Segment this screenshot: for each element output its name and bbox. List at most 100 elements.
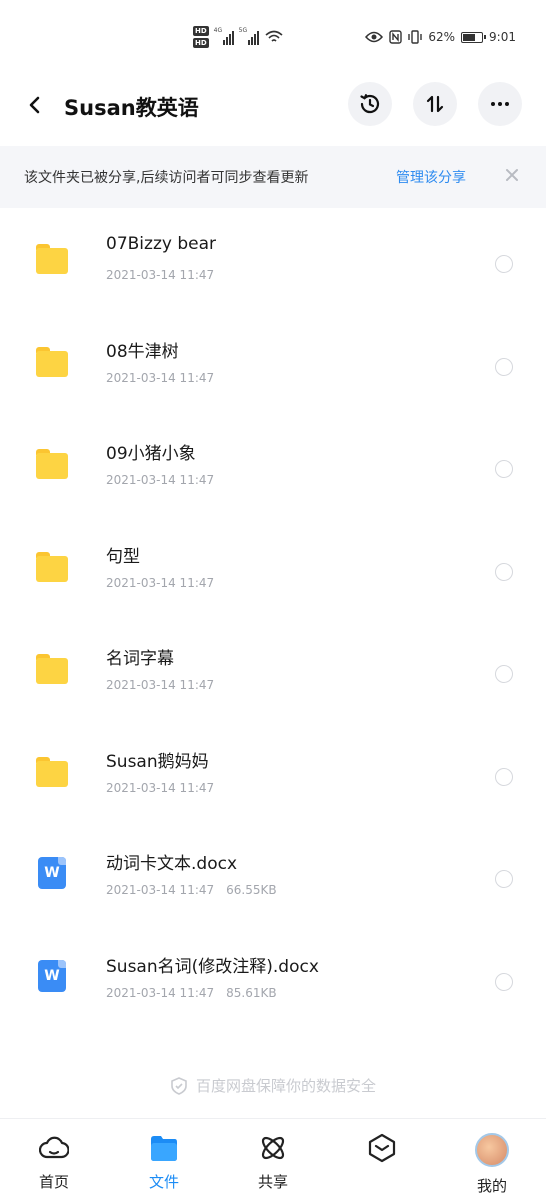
- cloud-home-icon: [39, 1136, 69, 1159]
- folder-icon: [36, 756, 70, 787]
- file-name: 08牛津树: [106, 341, 179, 362]
- list-item[interactable]: W Susan名词(修改注释).docx 2021-03-14 11:47 85.…: [0, 932, 546, 1035]
- select-checkbox[interactable]: [495, 767, 513, 786]
- list-item[interactable]: 09小猪小象 2021-03-14 11:47: [0, 419, 546, 522]
- tab-me[interactable]: 我的: [462, 1133, 522, 1196]
- tab-share-label: 共享: [257, 1173, 288, 1191]
- list-item[interactable]: 07Bizzy bear 2021-03-14 11:47: [0, 214, 546, 317]
- folder-icon: [36, 244, 70, 274]
- wifi-icon: [265, 30, 283, 42]
- status-bar: HD HD 4G 5G 62% 9:01: [0, 0, 546, 70]
- file-meta: 2021-03-14 11:47: [106, 781, 214, 795]
- manage-share-link[interactable]: 管理该分享: [396, 167, 466, 187]
- safety-notice: 百度网盘保障你的数据安全: [0, 1075, 546, 1096]
- signal-icon: 4G: [213, 27, 234, 45]
- file-date: 2021-03-14 11:47: [106, 473, 215, 487]
- folder-icon: [151, 1136, 177, 1161]
- file-date: 2021-03-14 11:47: [106, 780, 215, 795]
- bottom-tab-bar: 首页 文件 共享 我的: [0, 1118, 546, 1200]
- word-document-icon: W: [38, 857, 66, 889]
- list-item[interactable]: 句型 2021-03-14 11:47: [0, 522, 546, 625]
- cube-icon: [368, 1133, 396, 1163]
- list-item[interactable]: Susan鹅妈妈 2021-03-14 11:47: [0, 727, 546, 830]
- select-checkbox[interactable]: [495, 562, 513, 581]
- select-checkbox[interactable]: [495, 255, 513, 273]
- eye-icon: [365, 31, 384, 43]
- atom-share-icon: [261, 1136, 285, 1160]
- file-date: 2021-03-14 11:47: [106, 678, 215, 692]
- select-checkbox[interactable]: [495, 972, 513, 991]
- tab-me-label: 我的: [476, 1177, 507, 1195]
- file-meta: 2021-03-14 11:47: [106, 371, 214, 385]
- tab-share[interactable]: 共享: [243, 1133, 303, 1192]
- tab-discover[interactable]: [352, 1133, 412, 1163]
- clock: 9:01: [489, 30, 516, 44]
- tab-files[interactable]: 文件: [134, 1133, 194, 1192]
- history-icon: [360, 94, 380, 114]
- file-date: 2021-03-14 11:47: [106, 268, 215, 282]
- select-checkbox[interactable]: [495, 870, 513, 888]
- chevron-left-icon: [29, 96, 40, 114]
- network-indicators: HD HD 4G 5G: [193, 26, 283, 48]
- file-name: 09小猪小象: [106, 444, 196, 464]
- file-date: 2021-03-14 11:47: [106, 370, 215, 385]
- sort-icon: [426, 95, 444, 113]
- file-meta: 2021-03-14 11:47: [106, 268, 214, 282]
- list-item[interactable]: W 动词卡文本.docx 2021-03-14 11:47 66.55KB: [0, 829, 546, 932]
- file-list: 07Bizzy bear 2021-03-14 11:47 08牛津树 2021…: [0, 214, 546, 1034]
- history-button[interactable]: [348, 82, 392, 126]
- file-meta: 2021-03-14 11:47 85.61KB: [106, 986, 277, 1000]
- safety-text: 百度网盘保障你的数据安全: [195, 1077, 376, 1095]
- file-size: 66.55KB: [226, 883, 277, 897]
- file-meta: 2021-03-14 11:47 66.55KB: [106, 883, 277, 897]
- avatar: [475, 1133, 509, 1167]
- shield-icon: [171, 1076, 187, 1095]
- vibrate-icon: [408, 30, 423, 44]
- back-button[interactable]: [22, 92, 48, 118]
- nfc-icon: [389, 30, 403, 44]
- select-checkbox[interactable]: [495, 665, 513, 683]
- file-date: 2021-03-14 11:47: [106, 883, 215, 897]
- word-document-icon: W: [38, 959, 66, 992]
- share-notice: 该文件夹已被分享,后续访问者可同步查看更新 管理该分享: [0, 146, 546, 208]
- file-date: 2021-03-14 11:47: [106, 575, 215, 590]
- tab-files-label: 文件: [148, 1173, 179, 1191]
- network-type-label: 4G: [213, 27, 223, 34]
- file-name: 动词卡文本.docx: [106, 854, 238, 874]
- folder-icon: [36, 551, 70, 582]
- hd-icon: HD: [193, 26, 209, 36]
- more-button[interactable]: [478, 82, 522, 126]
- folder-icon: [36, 449, 70, 479]
- network-type-label: 5G: [238, 27, 248, 34]
- more-icon: [491, 102, 509, 106]
- tab-home[interactable]: 首页: [24, 1133, 84, 1192]
- sort-button[interactable]: [413, 82, 457, 126]
- file-meta: 2021-03-14 11:47: [106, 473, 214, 487]
- list-item[interactable]: 名词字幕 2021-03-14 11:47: [0, 624, 546, 727]
- battery-icon: [461, 31, 487, 43]
- file-date: 2021-03-14 11:47: [106, 985, 215, 1000]
- hd-icon: HD: [193, 38, 209, 48]
- page-title: Susan教英语: [64, 96, 199, 120]
- select-checkbox[interactable]: [495, 357, 513, 376]
- file-meta: 2021-03-14 11:47: [106, 576, 214, 590]
- share-notice-text: 该文件夹已被分享,后续访问者可同步查看更新: [24, 170, 309, 186]
- file-name: 名词字幕: [106, 649, 174, 669]
- list-item[interactable]: 08牛津树 2021-03-14 11:47: [0, 317, 546, 420]
- file-name: Susan鹅妈妈: [106, 751, 209, 772]
- file-meta: 2021-03-14 11:47: [106, 678, 214, 692]
- file-name: Susan名词(修改注释).docx: [106, 956, 319, 977]
- tab-home-label: 首页: [38, 1173, 69, 1191]
- signal-icon: 5G: [238, 27, 259, 45]
- file-name: 07Bizzy bear: [106, 234, 216, 254]
- header: Susan教英语: [0, 80, 546, 130]
- system-indicators: 62% 9:01: [365, 30, 516, 44]
- file-name: 句型: [106, 546, 140, 567]
- folder-icon: [36, 654, 70, 684]
- hd-icons: HD HD: [193, 26, 209, 48]
- file-size: 85.61KB: [226, 985, 277, 1000]
- select-checkbox[interactable]: [495, 460, 513, 478]
- close-icon[interactable]: [502, 165, 522, 185]
- battery-percent: 62%: [428, 30, 456, 44]
- folder-icon: [36, 346, 70, 377]
